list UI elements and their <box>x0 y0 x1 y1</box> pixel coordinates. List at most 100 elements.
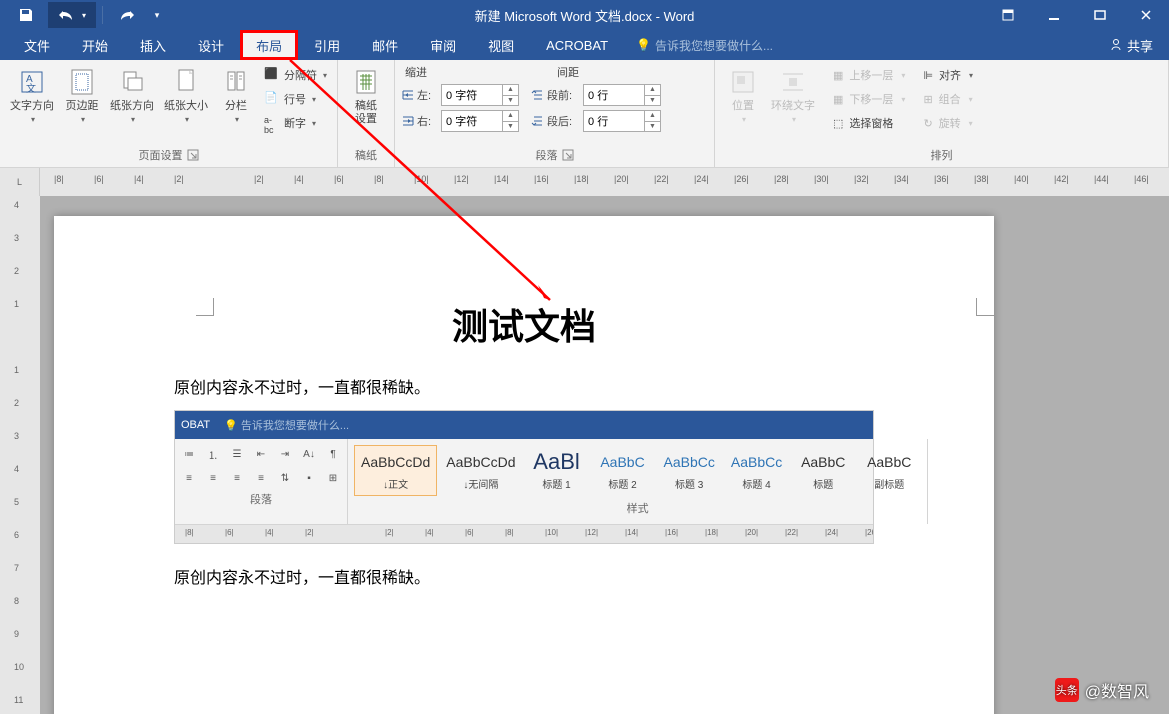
align-left-icon[interactable]: ≡ <box>179 467 199 489</box>
indent-left-spinner[interactable]: ▲▼ <box>441 84 519 106</box>
tab-view[interactable]: 视图 <box>472 30 530 60</box>
svg-text:文: 文 <box>26 82 36 95</box>
sort-icon[interactable]: A↓ <box>299 443 319 465</box>
tab-layout[interactable]: 布局 <box>240 30 298 60</box>
numbering-icon[interactable]: ⒈ <box>203 443 223 465</box>
document-title[interactable]: 测试文档 <box>174 298 874 350</box>
text-direction-button[interactable]: A文 文字方向 ▾ <box>6 64 58 126</box>
line-numbers-button[interactable]: 📄 行号▾ <box>260 88 331 110</box>
breaks-button[interactable]: ⬛ 分隔符▾ <box>260 64 331 86</box>
document-area: 43211234567891011 测试文档 原创内容永不过时，一直都很稀缺。 … <box>0 196 1169 714</box>
group-icon: ⊞ <box>923 93 932 106</box>
spacing-after-label: 段后: <box>531 113 579 129</box>
show-marks-icon[interactable]: ¶ <box>323 443 343 465</box>
indent-right-spinner[interactable]: ▲▼ <box>441 110 519 132</box>
margins-button[interactable]: 页边距 ▾ <box>60 64 104 126</box>
orientation-button[interactable]: 纸张方向 ▾ <box>106 64 158 126</box>
document-paragraph[interactable]: 原创内容永不过时，一直都很稀缺。 <box>174 374 874 398</box>
wrap-text-button: 环绕文字 ▾ <box>767 64 819 126</box>
tab-insert[interactable]: 插入 <box>124 30 182 60</box>
style-item[interactable]: AaBbC副标题 <box>857 445 921 496</box>
bullets-icon[interactable]: ≔ <box>179 443 199 465</box>
style-item[interactable]: AaBbCc标题 3 <box>657 445 722 496</box>
spacing-before-up[interactable]: ▲ <box>645 85 660 96</box>
bring-forward-icon: ▦ <box>833 69 843 82</box>
tab-review[interactable]: 审阅 <box>414 30 472 60</box>
line-numbers-icon: 📄 <box>264 91 280 107</box>
ruler-horizontal[interactable]: |8||6||4||2||2||4||6||8||10||12||14||16|… <box>40 168 1169 196</box>
spacing-before-input[interactable] <box>584 85 644 105</box>
spacing-before-down[interactable]: ▼ <box>645 96 660 106</box>
align-center-icon[interactable]: ≡ <box>203 467 223 489</box>
spacing-after-down[interactable]: ▼ <box>645 122 660 132</box>
window-controls <box>985 0 1169 30</box>
spacing-before-spinner[interactable]: ▲▼ <box>583 84 661 106</box>
group-manuscript: 稿纸 设置 稿纸 <box>338 60 395 167</box>
save-button[interactable] <box>8 2 44 28</box>
minimize-button[interactable] <box>1031 0 1077 30</box>
tab-home[interactable]: 开始 <box>66 30 124 60</box>
multilevel-icon[interactable]: ☰ <box>227 443 247 465</box>
columns-button[interactable]: 分栏 ▾ <box>214 64 258 126</box>
align-button[interactable]: ⊫对齐▾ <box>919 64 977 86</box>
justify-icon[interactable]: ≡ <box>251 467 271 489</box>
watermark-handle: @数智风 <box>1085 678 1149 702</box>
style-item[interactable]: AaBbC标题 <box>791 445 855 496</box>
watermark-logo: 头条 <box>1055 678 1079 702</box>
spacing-after-input[interactable] <box>584 111 644 131</box>
undo-button[interactable]: ▾ <box>48 2 96 28</box>
page-setup-dialog-launcher[interactable] <box>187 149 199 161</box>
document-paragraph[interactable]: 原创内容永不过时，一直都很稀缺。 <box>174 564 874 588</box>
style-item[interactable]: AaBbCcDd↓无间隔 <box>439 445 522 496</box>
nested-tab: OBAT <box>181 419 210 431</box>
size-button[interactable]: 纸张大小 ▾ <box>160 64 212 126</box>
spacing-after-spinner[interactable]: ▲▼ <box>583 110 661 132</box>
tell-me-search[interactable]: 💡 告诉我您想要做什么... <box>624 30 773 60</box>
tab-file[interactable]: 文件 <box>8 30 66 60</box>
qat-customize[interactable]: ▾ <box>149 2 165 28</box>
tab-acrobat[interactable]: ACROBAT <box>530 30 624 60</box>
indent-left-up[interactable]: ▲ <box>503 85 518 96</box>
ruler-vertical[interactable]: 43211234567891011 <box>0 196 40 714</box>
borders-icon[interactable]: ⊞ <box>323 467 343 489</box>
indent-right-down[interactable]: ▼ <box>503 122 518 132</box>
share-button[interactable]: 共享 <box>1093 30 1169 60</box>
tab-references[interactable]: 引用 <box>298 30 356 60</box>
tab-design[interactable]: 设计 <box>182 30 240 60</box>
style-item[interactable]: AaBbC标题 2 <box>591 445 655 496</box>
indent-right-input[interactable] <box>442 111 502 131</box>
style-item[interactable]: AaBbCc标题 4 <box>724 445 789 496</box>
shading-icon[interactable]: ▪ <box>299 467 319 489</box>
ribbon-body: A文 文字方向 ▾ 页边距 ▾ 纸张方向 ▾ 纸张大小 ▾ 分栏 <box>0 60 1169 168</box>
indent-right-up[interactable]: ▲ <box>503 111 518 122</box>
hyphenation-button[interactable]: a-bc 断字▾ <box>260 112 331 134</box>
document-scroll[interactable]: 测试文档 原创内容永不过时，一直都很稀缺。 OBAT 💡 告诉我您想要做什么..… <box>40 196 1169 714</box>
style-item[interactable]: AaBbCcDd↓正文 <box>354 445 437 496</box>
manuscript-settings-button[interactable]: 稿纸 设置 <box>344 64 388 128</box>
increase-indent-icon[interactable]: ⇥ <box>275 443 295 465</box>
close-button[interactable] <box>1123 0 1169 30</box>
align-right-icon[interactable]: ≡ <box>227 467 247 489</box>
tab-mailings[interactable]: 邮件 <box>356 30 414 60</box>
style-item[interactable]: AaBl标题 1 <box>525 445 589 496</box>
ribbon-options-button[interactable] <box>985 0 1031 30</box>
maximize-button[interactable] <box>1077 0 1123 30</box>
paragraph-dialog-launcher[interactable] <box>562 149 574 161</box>
spacing-after-up[interactable]: ▲ <box>645 111 660 122</box>
window-title: 新建 Microsoft Word 文档.docx - Word <box>475 6 695 25</box>
line-spacing-icon[interactable]: ⇅ <box>275 467 295 489</box>
selection-pane-button[interactable]: ⬚选择窗格 <box>829 112 909 134</box>
group-paragraph: 缩进 间距 左: ▲▼ 段前: ▲▼ 右: ▲▼ 段后: ▲▼ 段落 <box>395 60 715 167</box>
indent-left-label: 左: <box>401 87 437 103</box>
indent-left-input[interactable] <box>442 85 502 105</box>
position-button: 位置 ▾ <box>721 64 765 126</box>
tab-selector[interactable]: L <box>0 168 40 196</box>
page[interactable]: 测试文档 原创内容永不过时，一直都很稀缺。 OBAT 💡 告诉我您想要做什么..… <box>54 216 994 714</box>
styles-gallery[interactable]: AaBbCcDd↓正文AaBbCcDd↓无间隔AaBl标题 1AaBbC标题 2… <box>352 443 923 498</box>
nested-ruler: |8||6||4||2||2||4||6||8||10||12||14||16|… <box>175 525 873 543</box>
decrease-indent-icon[interactable]: ⇤ <box>251 443 271 465</box>
indent-left-down[interactable]: ▼ <box>503 96 518 106</box>
nested-paragraph-group: ≔ ⒈ ☰ ⇤ ⇥ A↓ ¶ ≡ ≡ ≡ ≡ ⇅ ▪ <box>175 439 348 524</box>
redo-button[interactable] <box>109 2 145 28</box>
watermark: 头条 @数智风 <box>1055 678 1149 702</box>
